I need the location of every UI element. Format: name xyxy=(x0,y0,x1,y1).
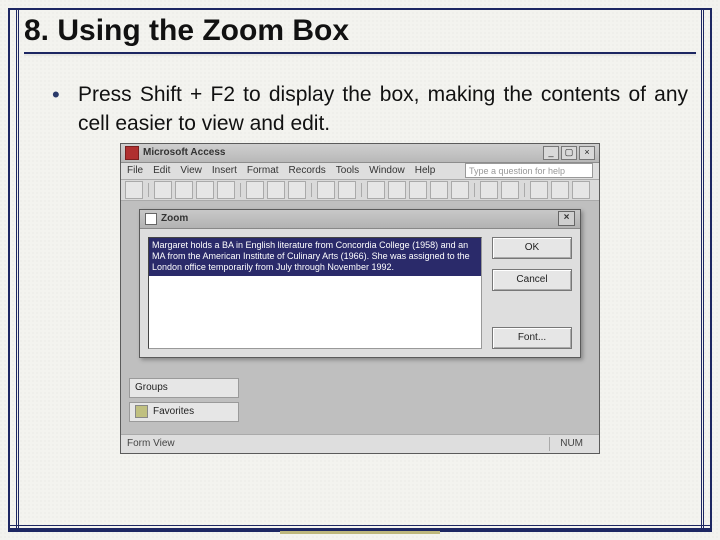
toolbar-save-icon[interactable] xyxy=(154,181,172,199)
status-view: Form View xyxy=(127,438,175,449)
sidebar-groups-label: Groups xyxy=(135,382,168,393)
status-num: NUM xyxy=(549,437,593,451)
menu-tools[interactable]: Tools xyxy=(336,165,359,176)
zoom-dialog-buttons: OK Cancel Font... xyxy=(492,237,572,349)
toolbar xyxy=(121,180,599,201)
db-sidebar: Groups Favorites xyxy=(129,378,239,422)
help-search-box[interactable]: Type a question for help xyxy=(465,163,593,178)
toolbar-newobj-icon[interactable] xyxy=(551,181,569,199)
zoom-dialog-body: Margaret holds a BA in English literatur… xyxy=(140,229,580,357)
zoom-dialog-icon xyxy=(145,213,157,225)
menu-format[interactable]: Format xyxy=(247,165,279,176)
access-window: Microsoft Access _ ▢ × File Edit View In… xyxy=(120,143,600,454)
slide-title: 8. Using the Zoom Box xyxy=(24,14,696,48)
toolbar-separator xyxy=(311,183,312,197)
slide-frame-rule-thin xyxy=(10,525,710,526)
bullet-list: Press Shift + F2 to display the box, mak… xyxy=(52,80,696,139)
menu-records[interactable]: Records xyxy=(289,165,326,176)
window-controls: _ ▢ × xyxy=(543,146,595,160)
slide-frame-rule-thick xyxy=(10,528,710,530)
toolbar-help-icon[interactable] xyxy=(572,181,590,199)
ok-button[interactable]: OK xyxy=(492,237,572,259)
toolbar-paste-icon[interactable] xyxy=(288,181,306,199)
toolbar-separator xyxy=(524,183,525,197)
sidebar-groups[interactable]: Groups xyxy=(129,378,239,398)
toolbar-sort-desc-icon[interactable] xyxy=(388,181,406,199)
maximize-button[interactable]: ▢ xyxy=(561,146,577,160)
access-title-text: Microsoft Access xyxy=(143,147,225,158)
toolbar-print-icon[interactable] xyxy=(175,181,193,199)
menu-bar: File Edit View Insert Format Records Too… xyxy=(121,163,599,180)
zoom-dialog: Zoom × Margaret holds a BA in English li… xyxy=(139,209,581,358)
menu-file[interactable]: File xyxy=(127,165,143,176)
toolbar-view-icon[interactable] xyxy=(125,181,143,199)
toolbar-spell-icon[interactable] xyxy=(217,181,235,199)
font-button[interactable]: Font... xyxy=(492,327,572,349)
zoom-text-selected: Margaret holds a BA in English literatur… xyxy=(149,238,481,276)
status-bar: Form View NUM xyxy=(121,434,599,453)
zoom-textarea[interactable]: Margaret holds a BA in English literatur… xyxy=(148,237,482,349)
toolbar-newrec-icon[interactable] xyxy=(480,181,498,199)
toolbar-sort-asc-icon[interactable] xyxy=(367,181,385,199)
close-button[interactable]: × xyxy=(579,146,595,160)
sidebar-favorites[interactable]: Favorites xyxy=(129,402,239,422)
toolbar-separator xyxy=(361,183,362,197)
toolbar-undo-icon[interactable] xyxy=(317,181,335,199)
menu-view[interactable]: View xyxy=(180,165,202,176)
toolbar-copy-icon[interactable] xyxy=(267,181,285,199)
favorites-icon xyxy=(135,405,148,418)
cancel-button[interactable]: Cancel xyxy=(492,269,572,291)
toolbar-delete-icon[interactable] xyxy=(501,181,519,199)
sidebar-favorites-label: Favorites xyxy=(153,406,194,417)
toolbar-separator xyxy=(240,183,241,197)
menu-insert[interactable]: Insert xyxy=(212,165,237,176)
slide-content: 8. Using the Zoom Box Press Shift + F2 t… xyxy=(24,14,696,520)
toolbar-find-icon[interactable] xyxy=(451,181,469,199)
minimize-button[interactable]: _ xyxy=(543,146,559,160)
toolbar-separator xyxy=(474,183,475,197)
toolbar-preview-icon[interactable] xyxy=(196,181,214,199)
toolbar-filter-form-icon[interactable] xyxy=(430,181,448,199)
zoom-dialog-titlebar[interactable]: Zoom × xyxy=(140,210,580,229)
toolbar-link-icon[interactable] xyxy=(338,181,356,199)
toolbar-separator xyxy=(148,183,149,197)
access-titlebar[interactable]: Microsoft Access _ ▢ × xyxy=(121,144,599,163)
menu-window[interactable]: Window xyxy=(369,165,405,176)
bullet-item: Press Shift + F2 to display the box, mak… xyxy=(52,80,688,139)
toolbar-cut-icon[interactable] xyxy=(246,181,264,199)
toolbar-filter-icon[interactable] xyxy=(409,181,427,199)
menu-edit[interactable]: Edit xyxy=(153,165,170,176)
title-underline xyxy=(24,52,696,54)
toolbar-db-icon[interactable] xyxy=(530,181,548,199)
access-app-icon xyxy=(125,146,139,160)
bottom-accent-bar xyxy=(280,531,440,534)
menu-help[interactable]: Help xyxy=(415,165,436,176)
zoom-dialog-title: Zoom xyxy=(161,213,188,224)
zoom-dialog-close-button[interactable]: × xyxy=(558,211,575,226)
access-workarea: Zoom × Margaret holds a BA in English li… xyxy=(121,201,599,434)
